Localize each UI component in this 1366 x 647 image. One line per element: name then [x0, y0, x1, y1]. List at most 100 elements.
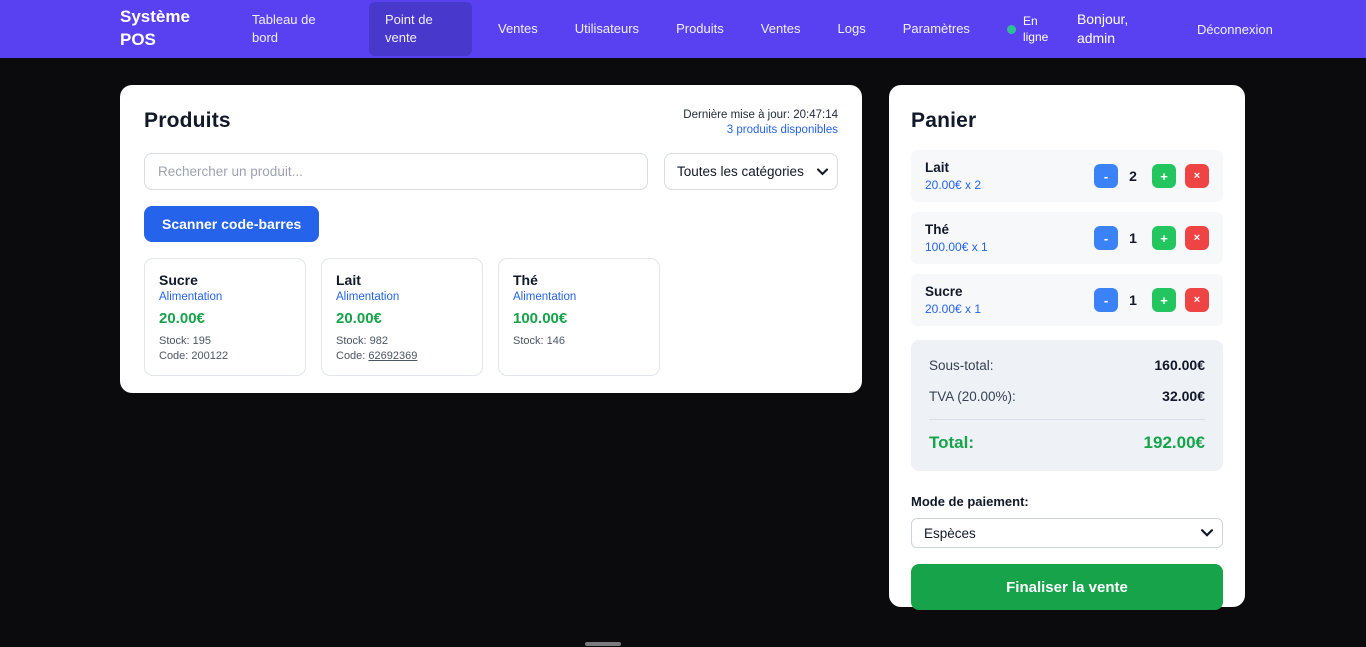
logout-link[interactable]: Déconnexion — [1197, 22, 1273, 37]
nav-item-label: Ventes — [498, 21, 538, 36]
product-name: Thé — [513, 272, 645, 288]
nav-item-label: Utilisateurs — [575, 21, 639, 36]
tax-value: 32.00€ — [1162, 388, 1205, 404]
subtotal-label: Sous-total: — [929, 358, 994, 373]
total-value: 192.00€ — [1144, 433, 1205, 453]
product-code-value: 200122 — [191, 350, 228, 362]
product-code-value: 62692369 — [368, 350, 417, 362]
cart-items: Lait 20.00€ x 2 - 2 + × Thé 100.00€ x 1 … — [911, 150, 1223, 326]
product-name: Lait — [336, 272, 468, 288]
cart-item-name: Lait — [925, 160, 981, 175]
tax-label: TVA (20.00%): — [929, 389, 1016, 404]
products-panel-header: Produits Dernière mise à jour: 20:47:14 … — [144, 109, 838, 136]
cart-item-name: Sucre — [925, 284, 981, 299]
product-category: Alimentation — [336, 291, 468, 303]
cart-item-info: Thé 100.00€ x 1 — [925, 222, 988, 254]
product-price: 100.00€ — [513, 310, 645, 327]
cart-item-controls: - 1 + × — [1094, 288, 1209, 312]
cart-item-controls: - 2 + × — [1094, 164, 1209, 188]
remove-item-button[interactable]: × — [1185, 164, 1209, 188]
product-stock: Stock: 982 — [336, 335, 468, 347]
cart-item-row: Sucre 20.00€ x 1 - 1 + × — [911, 274, 1223, 326]
online-status-dot-icon — [1007, 25, 1016, 34]
scan-barcode-button[interactable]: Scanner code-barres — [144, 206, 319, 242]
cart-item-price: 20.00€ x 1 — [925, 302, 981, 316]
payment-method-wrap: Espèces — [911, 518, 1223, 548]
user-greeting: Bonjour, admin — [1077, 10, 1139, 48]
cart-item-price: 100.00€ x 1 — [925, 240, 988, 254]
nav-item-label: Point de vente — [385, 12, 433, 45]
last-update-text: Dernière mise à jour: 20:47:14 — [683, 109, 838, 121]
cart-item-controls: - 1 + × — [1094, 226, 1209, 250]
nav-item-label: Ventes — [761, 21, 801, 36]
product-card[interactable]: Thé Alimentation 100.00€ Stock: 146 — [498, 258, 660, 376]
decrease-quantity-button[interactable]: - — [1094, 226, 1118, 250]
nav-item-label: Logs — [838, 21, 866, 36]
decrease-quantity-button[interactable]: - — [1094, 164, 1118, 188]
category-filter-wrap: Toutes les catégories — [664, 153, 838, 190]
nav-item-6[interactable]: Logs — [838, 20, 866, 38]
top-navbar: Système POS Tableau de bord Point de ven… — [0, 0, 1366, 58]
product-card[interactable]: Lait Alimentation 20.00€ Stock: 982 Code… — [321, 258, 483, 376]
cart-item-quantity: 1 — [1127, 230, 1139, 246]
payment-method-select[interactable]: Espèces — [911, 518, 1223, 548]
app-brand: Système POS — [120, 6, 206, 52]
nav-item-label: Produits — [676, 21, 724, 36]
horizontal-scrollbar-thumb[interactable] — [585, 642, 621, 646]
nav-item-1[interactable]: Point de vente — [369, 2, 472, 56]
cart-panel: Panier Lait 20.00€ x 2 - 2 + × Thé 100.0… — [889, 85, 1245, 607]
cart-item-info: Sucre 20.00€ x 1 — [925, 284, 981, 316]
product-stock: Stock: 195 — [159, 335, 291, 347]
products-panel: Produits Dernière mise à jour: 20:47:14 … — [120, 85, 862, 393]
cart-item-name: Thé — [925, 222, 988, 237]
nav-item-5[interactable]: Ventes — [761, 20, 801, 38]
product-name: Sucre — [159, 272, 291, 288]
product-category: Alimentation — [159, 291, 291, 303]
cart-item-price: 20.00€ x 2 — [925, 178, 981, 192]
product-code-label: Code: — [336, 350, 365, 362]
subtotal-row: Sous-total: 160.00€ — [929, 357, 1205, 373]
product-category: Alimentation — [513, 291, 645, 303]
totals-box: Sous-total: 160.00€ TVA (20.00%): 32.00€… — [911, 340, 1223, 471]
totals-divider — [929, 419, 1205, 420]
product-stock: Stock: 146 — [513, 335, 645, 347]
cart-item-row: Thé 100.00€ x 1 - 1 + × — [911, 212, 1223, 264]
nav-items: Tableau de bord Point de vente Ventes Ut… — [252, 2, 1007, 56]
nav-item-label: Tableau de bord — [252, 12, 316, 45]
nav-item-label: Paramètres — [903, 21, 970, 36]
products-panel-title: Produits — [144, 109, 231, 133]
product-search-input[interactable] — [144, 153, 648, 190]
increase-quantity-button[interactable]: + — [1152, 226, 1176, 250]
decrease-quantity-button[interactable]: - — [1094, 288, 1118, 312]
finalize-sale-button[interactable]: Finaliser la vente — [911, 564, 1223, 610]
product-code-label: Code: — [159, 350, 188, 362]
nav-item-4[interactable]: Produits — [676, 20, 724, 38]
remove-item-button[interactable]: × — [1185, 226, 1209, 250]
increase-quantity-button[interactable]: + — [1152, 164, 1176, 188]
nav-item-3[interactable]: Utilisateurs — [575, 20, 639, 38]
product-code-line: Code: 200122 — [159, 350, 291, 362]
increase-quantity-button[interactable]: + — [1152, 288, 1176, 312]
product-card[interactable]: Sucre Alimentation 20.00€ Stock: 195 Cod… — [144, 258, 306, 376]
total-label: Total: — [929, 433, 974, 453]
product-code-line: Code: 62692369 — [336, 350, 468, 362]
payment-method-label: Mode de paiement: — [911, 494, 1223, 509]
online-status-label: En ligne — [1023, 13, 1057, 45]
nav-item-0[interactable]: Tableau de bord — [252, 11, 332, 47]
available-products-count: 3 produits disponibles — [683, 124, 838, 136]
tax-row: TVA (20.00%): 32.00€ — [929, 388, 1205, 404]
cart-item-info: Lait 20.00€ x 2 — [925, 160, 981, 192]
online-status: En ligne — [1007, 13, 1057, 45]
product-price: 20.00€ — [159, 310, 291, 327]
cart-item-quantity: 1 — [1127, 292, 1139, 308]
search-row: Toutes les catégories — [144, 153, 838, 190]
remove-item-button[interactable]: × — [1185, 288, 1209, 312]
subtotal-value: 160.00€ — [1154, 357, 1205, 373]
cart-item-row: Lait 20.00€ x 2 - 2 + × — [911, 150, 1223, 202]
category-filter-select[interactable]: Toutes les catégories — [664, 153, 838, 190]
total-row: Total: 192.00€ — [929, 433, 1205, 453]
product-grid: Sucre Alimentation 20.00€ Stock: 195 Cod… — [144, 258, 838, 376]
nav-item-2[interactable]: Ventes — [498, 20, 538, 38]
products-meta: Dernière mise à jour: 20:47:14 3 produit… — [683, 109, 838, 136]
nav-item-7[interactable]: Paramètres — [903, 20, 970, 38]
